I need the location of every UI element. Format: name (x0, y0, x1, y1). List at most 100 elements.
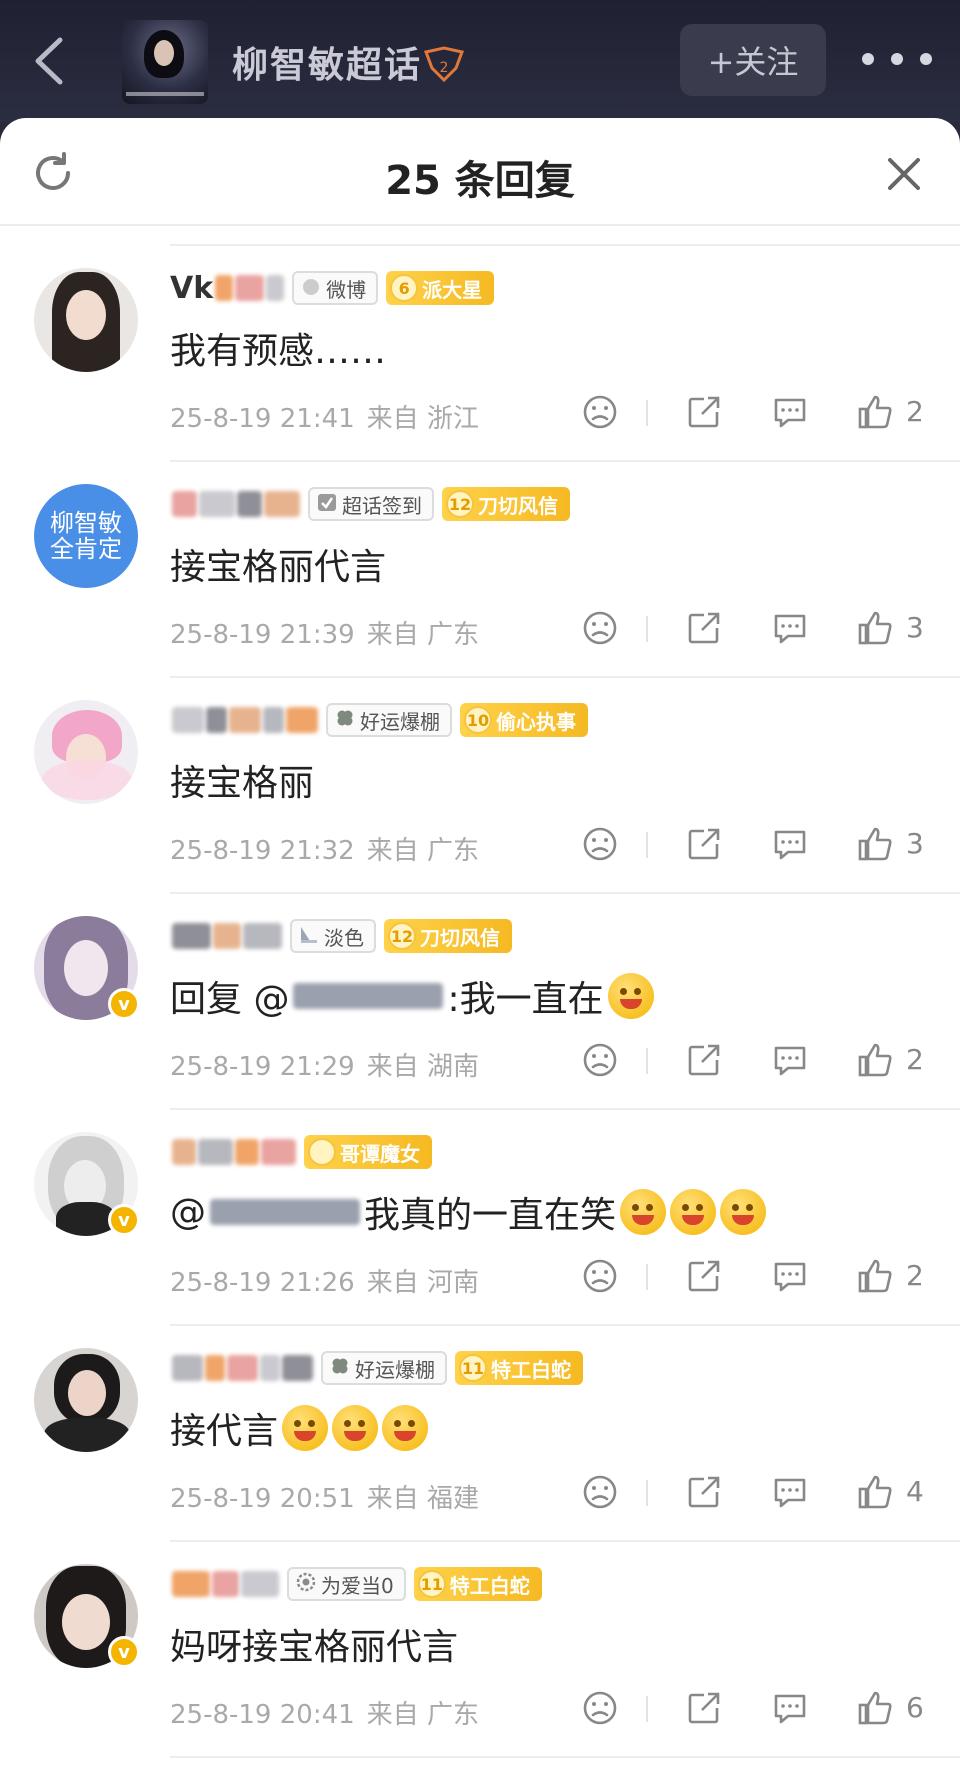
dislike-face-icon[interactable] (580, 608, 620, 648)
topic-cover-image[interactable] (122, 20, 208, 104)
comment-icon[interactable] (770, 824, 810, 864)
redacted-text (205, 1355, 225, 1381)
dislike-face-icon[interactable] (580, 1472, 620, 1512)
fan-level-badge[interactable]: 6 派大星 (386, 271, 495, 305)
divider (646, 400, 648, 426)
divider (646, 1480, 648, 1506)
comment-icon[interactable] (770, 1040, 810, 1080)
level-number: 11 (417, 1570, 446, 1598)
user-line: Vk 微博 6 派大星 (170, 268, 495, 308)
user-tag[interactable]: 淡色 (290, 919, 376, 953)
location: 浙江 (426, 404, 479, 434)
user-tag[interactable]: 微博 (292, 271, 379, 305)
user-tag[interactable]: 超话签到 (308, 487, 434, 521)
redacted-mention[interactable] (293, 983, 444, 1009)
follow-button[interactable]: +关注 (680, 24, 826, 96)
like-icon[interactable] (856, 1472, 896, 1512)
like-icon[interactable] (856, 1256, 896, 1296)
like-icon[interactable] (856, 824, 896, 864)
dislike-face-icon[interactable] (580, 824, 620, 864)
comment-item[interactable]: v 为爱当0 11 特工白蛇 妈呀接宝格丽代言 25-8-19 20:41 来自 广东 6 (0, 1542, 960, 1758)
comment-item[interactable]: 好运爆棚 11 特工白蛇 接代言 25-8-19 20:51 来自 福建 4 (0, 1326, 960, 1542)
fan-level-badge[interactable]: 11 特工白蛇 (455, 1351, 583, 1385)
avatar[interactable]: 柳智敏全肯定 (34, 484, 138, 588)
avatar-text: 柳智敏全肯定 (34, 484, 138, 588)
comment-item[interactable]: v 淡色 12 刀切风信 回复 @:我一直在 25-8-19 21:29 来自 湖南 2 (0, 894, 960, 1110)
mention-prefix[interactable]: @ (170, 1192, 206, 1233)
username[interactable] (170, 1567, 279, 1601)
comment-text: 接代言 (170, 1402, 429, 1454)
redacted-text (206, 707, 227, 733)
fan-level-badge[interactable]: 哥谭魔女 (304, 1135, 432, 1169)
redacted-mention[interactable] (210, 1199, 360, 1225)
like-icon[interactable] (856, 1040, 896, 1080)
comment-icon[interactable] (770, 1688, 810, 1728)
redacted-text (172, 1571, 210, 1597)
fan-level-badge[interactable]: 10 偷心执事 (460, 703, 588, 737)
location: 河南 (426, 1268, 479, 1298)
comment-item[interactable]: 柳智敏全肯定 超话签到 12 刀切风信 接宝格丽代言 25-8-19 21:39 来自 广东… (0, 462, 960, 678)
redacted-text (237, 491, 262, 517)
level-number: 12 (446, 490, 474, 518)
avatar[interactable] (34, 1348, 138, 1452)
comment-text: 接宝格丽 (170, 754, 314, 806)
avatar[interactable] (34, 268, 138, 372)
emoji-icon (670, 1189, 717, 1235)
share-icon[interactable] (684, 608, 724, 648)
panel-header: 25 条回复 (0, 118, 960, 226)
username[interactable] (170, 919, 282, 953)
user-tag[interactable]: 为爱当0 (287, 1567, 406, 1601)
like-icon[interactable] (856, 1688, 896, 1728)
comment-icon[interactable] (770, 1256, 810, 1296)
username[interactable] (170, 1135, 296, 1169)
like-count: 2 (906, 1259, 924, 1292)
close-icon[interactable] (884, 154, 924, 194)
back-arrow-icon[interactable] (22, 28, 78, 94)
avatar[interactable] (34, 700, 138, 804)
user-tag[interactable]: 好运爆棚 (326, 703, 452, 737)
dislike-face-icon[interactable] (580, 1256, 620, 1296)
username[interactable]: Vk (170, 271, 285, 306)
clover-icon (334, 707, 356, 734)
comment-meta: 25-8-19 20:41 来自 广东 (170, 1694, 479, 1731)
share-icon[interactable] (684, 1040, 724, 1080)
comment-item[interactable]: 好运爆棚 10 偷心执事 接宝格丽 25-8-19 21:32 来自 广东 3 (0, 678, 960, 894)
like-icon[interactable] (856, 392, 896, 432)
mention-prefix[interactable]: 回复 @ (170, 970, 289, 1022)
tag-label: 微博 (326, 277, 367, 302)
comment-icon[interactable] (770, 1472, 810, 1512)
redacted-text (172, 491, 197, 517)
emoji-icon (620, 1189, 667, 1235)
share-icon[interactable] (684, 1688, 724, 1728)
clover-icon (329, 1355, 351, 1382)
timestamp: 25-8-19 20:51 (170, 1484, 355, 1514)
dislike-face-icon[interactable] (580, 1688, 620, 1728)
like-icon[interactable] (856, 608, 896, 648)
fan-level-badge[interactable]: 12 刀切风信 (442, 487, 570, 521)
like-count: 3 (906, 827, 924, 860)
comment-icon[interactable] (770, 608, 810, 648)
topic-title[interactable]: 柳智敏超话 (232, 36, 422, 88)
top-bar: 柳智敏超话 2 +关注 (0, 0, 960, 122)
verified-badge-icon: v (108, 1636, 140, 1668)
comment-icon[interactable] (770, 392, 810, 432)
fan-level-badge[interactable]: 11 特工白蛇 (413, 1567, 542, 1601)
fan-level-badge[interactable]: 12 刀切风信 (384, 919, 512, 953)
comment-item[interactable]: v 哥谭魔女 @ 我真的一直在笑 25-8-19 21:26 来自 河南 2 (0, 1110, 960, 1326)
comment-actions: 3 (570, 824, 950, 868)
topic-level-badge-icon: 2 (422, 46, 466, 83)
share-icon[interactable] (684, 824, 724, 864)
dislike-face-icon[interactable] (580, 1040, 620, 1080)
redacted-text (172, 1139, 196, 1165)
comment-item[interactable]: Vk 微博 6 派大星 我有预感…… 25-8-19 21:41 来自 浙江 2 (0, 246, 960, 462)
more-options-icon[interactable] (862, 44, 932, 74)
share-icon[interactable] (684, 1472, 724, 1512)
dislike-face-icon[interactable] (580, 392, 620, 432)
user-tag[interactable]: 好运爆棚 (321, 1351, 447, 1385)
share-icon[interactable] (684, 392, 724, 432)
username[interactable] (170, 1351, 313, 1385)
share-icon[interactable] (684, 1256, 724, 1296)
username[interactable] (170, 703, 318, 737)
emoji-icon (720, 1189, 767, 1235)
username[interactable] (170, 487, 300, 521)
